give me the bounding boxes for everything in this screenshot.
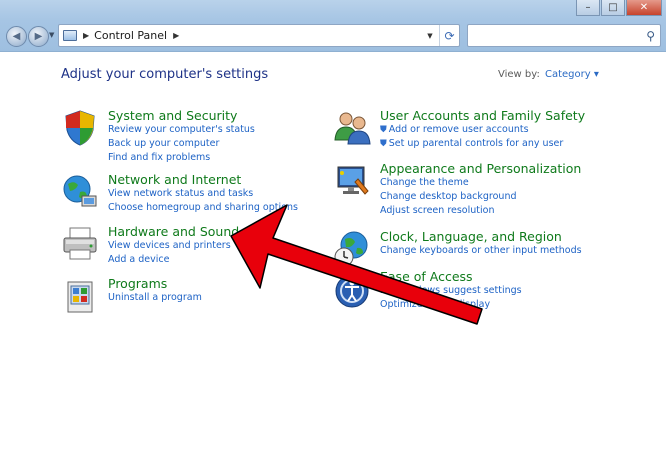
link-change-keyboards[interactable]: Change keyboards or other input methods bbox=[380, 244, 582, 258]
category-title-system-security[interactable]: System and Security bbox=[108, 108, 255, 123]
uac-shield-icon: ⛊ bbox=[380, 139, 387, 149]
uac-shield-icon: ⛊ bbox=[380, 125, 387, 135]
link-add-device[interactable]: Add a device bbox=[108, 253, 239, 267]
recent-pages-dropdown[interactable]: ▼ bbox=[49, 31, 56, 41]
category-hardware-sound: Hardware and Sound View devices and prin… bbox=[60, 224, 239, 267]
link-screen-resolution[interactable]: Adjust screen resolution bbox=[380, 204, 581, 218]
link-back-up[interactable]: Back up your computer bbox=[108, 137, 255, 151]
refresh-button[interactable]: ⟳ bbox=[439, 25, 459, 46]
link-devices-printers[interactable]: View devices and printers bbox=[108, 239, 239, 253]
category-clock-language: Clock, Language, and Region Change keybo… bbox=[332, 229, 582, 269]
category-system-security: System and Security Review your computer… bbox=[60, 108, 255, 165]
window-controls: – □ ✕ bbox=[576, 0, 662, 16]
link-review-status[interactable]: Review your computer's status bbox=[108, 123, 255, 137]
users-icon[interactable] bbox=[332, 108, 372, 148]
address-bar[interactable]: ▶ Control Panel ▶ ▼ ⟳ bbox=[58, 24, 460, 47]
link-network-status[interactable]: View network status and tasks bbox=[108, 187, 298, 201]
link-add-remove-accounts[interactable]: ⛊ Add or remove user accounts bbox=[380, 123, 585, 137]
category-title-user-accounts[interactable]: User Accounts and Family Safety bbox=[380, 108, 585, 123]
category-title-programs[interactable]: Programs bbox=[108, 276, 202, 291]
link-suggest-settings[interactable]: Let Windows suggest settings bbox=[380, 284, 522, 298]
category-title-network-internet[interactable]: Network and Internet bbox=[108, 172, 298, 187]
close-button[interactable]: ✕ bbox=[626, 0, 662, 16]
search-input[interactable]: ⚲ bbox=[467, 24, 661, 47]
category-body: Ease of Access Let Windows suggest setti… bbox=[380, 269, 522, 312]
category-body: Hardware and Sound View devices and prin… bbox=[108, 224, 239, 267]
category-body: Appearance and Personalization Change th… bbox=[380, 161, 581, 218]
link-optimize-display[interactable]: Optimize visual display bbox=[380, 298, 522, 312]
control-panel-content: Adjust your computer's settings View by:… bbox=[4, 52, 662, 453]
category-programs: Programs Uninstall a program bbox=[60, 276, 202, 316]
programs-icon[interactable] bbox=[60, 276, 100, 316]
category-title-ease-of-access[interactable]: Ease of Access bbox=[380, 269, 522, 284]
category-appearance: Appearance and Personalization Change th… bbox=[332, 161, 581, 218]
back-button[interactable]: ◀ bbox=[6, 26, 27, 47]
ease-of-access-icon[interactable] bbox=[332, 269, 372, 309]
category-ease-of-access: Ease of Access Let Windows suggest setti… bbox=[332, 269, 522, 312]
link-label: Set up parental controls for any user bbox=[388, 138, 564, 149]
category-body: Programs Uninstall a program bbox=[108, 276, 202, 316]
link-homegroup-sharing[interactable]: Choose homegroup and sharing options bbox=[108, 201, 298, 215]
minimize-button[interactable]: – bbox=[576, 0, 600, 16]
view-by-dropdown[interactable]: Category ▾ bbox=[545, 69, 599, 80]
category-title-clock-language[interactable]: Clock, Language, and Region bbox=[380, 229, 582, 244]
view-by-label: View by: bbox=[498, 69, 540, 80]
breadcrumb-control-panel[interactable]: Control Panel bbox=[94, 29, 167, 42]
link-label: Add or remove user accounts bbox=[388, 124, 529, 135]
category-network-internet: Network and Internet View network status… bbox=[60, 172, 298, 215]
category-body: User Accounts and Family Safety ⛊ Add or … bbox=[380, 108, 585, 151]
printer-icon[interactable] bbox=[60, 224, 100, 264]
link-parental-controls[interactable]: ⛊ Set up parental controls for any user bbox=[380, 137, 585, 151]
page-title: Adjust your computer's settings bbox=[61, 67, 269, 82]
category-title-hardware-sound[interactable]: Hardware and Sound bbox=[108, 224, 239, 239]
category-user-accounts: User Accounts and Family Safety ⛊ Add or … bbox=[332, 108, 585, 151]
maximize-button[interactable]: □ bbox=[601, 0, 625, 16]
address-dropdown-icon[interactable]: ▼ bbox=[423, 25, 437, 46]
breadcrumb-root-arrow-icon[interactable]: ▶ bbox=[83, 31, 89, 40]
window-toolbar: – □ ✕ ◀ ▶ ▼ ▶ Control Panel ▶ ▼ ⟳ ⚲ bbox=[0, 0, 666, 52]
category-body: Network and Internet View network status… bbox=[108, 172, 298, 215]
control-panel-icon bbox=[63, 30, 77, 41]
forward-button[interactable]: ▶ bbox=[28, 26, 49, 47]
globe-network-icon[interactable] bbox=[60, 172, 100, 212]
clock-globe-icon[interactable] bbox=[332, 229, 372, 269]
shield-icon[interactable] bbox=[60, 108, 100, 148]
search-icon[interactable]: ⚲ bbox=[646, 29, 655, 43]
breadcrumb-arrow-icon[interactable]: ▶ bbox=[173, 31, 179, 40]
category-title-appearance[interactable]: Appearance and Personalization bbox=[380, 161, 581, 176]
link-desktop-background[interactable]: Change desktop background bbox=[380, 190, 581, 204]
link-uninstall-program[interactable]: Uninstall a program bbox=[108, 291, 202, 305]
category-body: System and Security Review your computer… bbox=[108, 108, 255, 165]
category-body: Clock, Language, and Region Change keybo… bbox=[380, 229, 582, 269]
link-change-theme[interactable]: Change the theme bbox=[380, 176, 581, 190]
link-find-fix[interactable]: Find and fix problems bbox=[108, 151, 255, 165]
monitor-paint-icon[interactable] bbox=[332, 161, 372, 201]
